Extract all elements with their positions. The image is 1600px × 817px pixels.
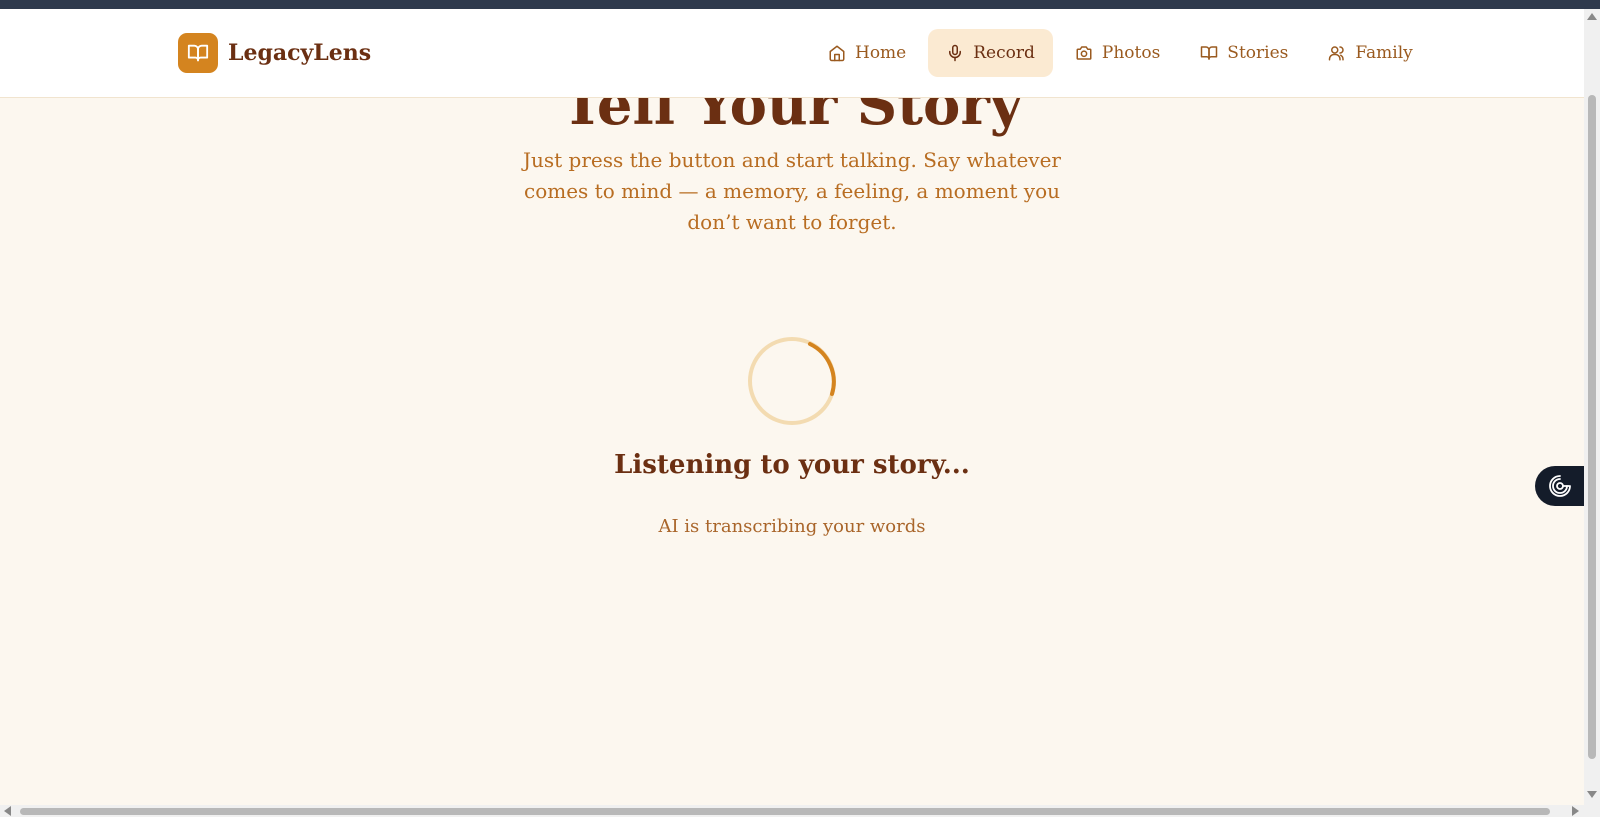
main-content: Tell Your Story Just press the button an… xyxy=(0,0,1584,805)
floating-assistant-button[interactable] xyxy=(1535,466,1584,506)
scroll-left-arrow-icon[interactable] xyxy=(4,806,11,816)
status-subtitle: AI is transcribing your words xyxy=(658,516,926,537)
app-logo[interactable]: LegacyLens xyxy=(178,33,371,73)
status-title: Listening to your story... xyxy=(614,450,970,480)
loading-spinner xyxy=(744,333,840,433)
main-nav: Home Record Photos Stories Family xyxy=(810,29,1435,77)
nav-home[interactable]: Home xyxy=(810,29,924,77)
nav-label: Home xyxy=(855,43,907,63)
nav-label: Record xyxy=(973,43,1035,63)
scroll-up-arrow-icon[interactable] xyxy=(1587,13,1597,20)
vertical-scroll-thumb[interactable] xyxy=(1588,95,1596,759)
scroll-down-arrow-icon[interactable] xyxy=(1587,791,1597,798)
home-icon xyxy=(829,45,845,62)
book-icon xyxy=(1201,46,1218,60)
horizontal-scrollbar[interactable] xyxy=(0,805,1600,817)
page-subtitle: Just press the button and start talking.… xyxy=(523,148,1061,234)
nav-label: Stories xyxy=(1227,43,1289,63)
app-name: LegacyLens xyxy=(228,40,372,66)
users-icon xyxy=(1329,46,1345,61)
scroll-right-arrow-icon[interactable] xyxy=(1572,806,1579,816)
nav-record[interactable]: Record xyxy=(928,29,1053,77)
top-navigation-bar: LegacyLens Home Record Photos Stories Fa… xyxy=(0,9,1584,98)
camera-icon xyxy=(1076,46,1092,60)
nav-stories[interactable]: Stories xyxy=(1182,29,1306,77)
assistant-icon xyxy=(1548,475,1571,497)
nav-label: Photos xyxy=(1101,43,1161,63)
nav-family[interactable]: Family xyxy=(1310,29,1430,77)
book-open-icon xyxy=(178,33,218,73)
vertical-scrollbar[interactable] xyxy=(1584,9,1600,805)
nav-label: Family xyxy=(1355,43,1413,63)
horizontal-scroll-thumb[interactable] xyxy=(20,808,1550,815)
nav-photos[interactable]: Photos xyxy=(1057,29,1178,77)
microphone-icon xyxy=(949,44,962,62)
